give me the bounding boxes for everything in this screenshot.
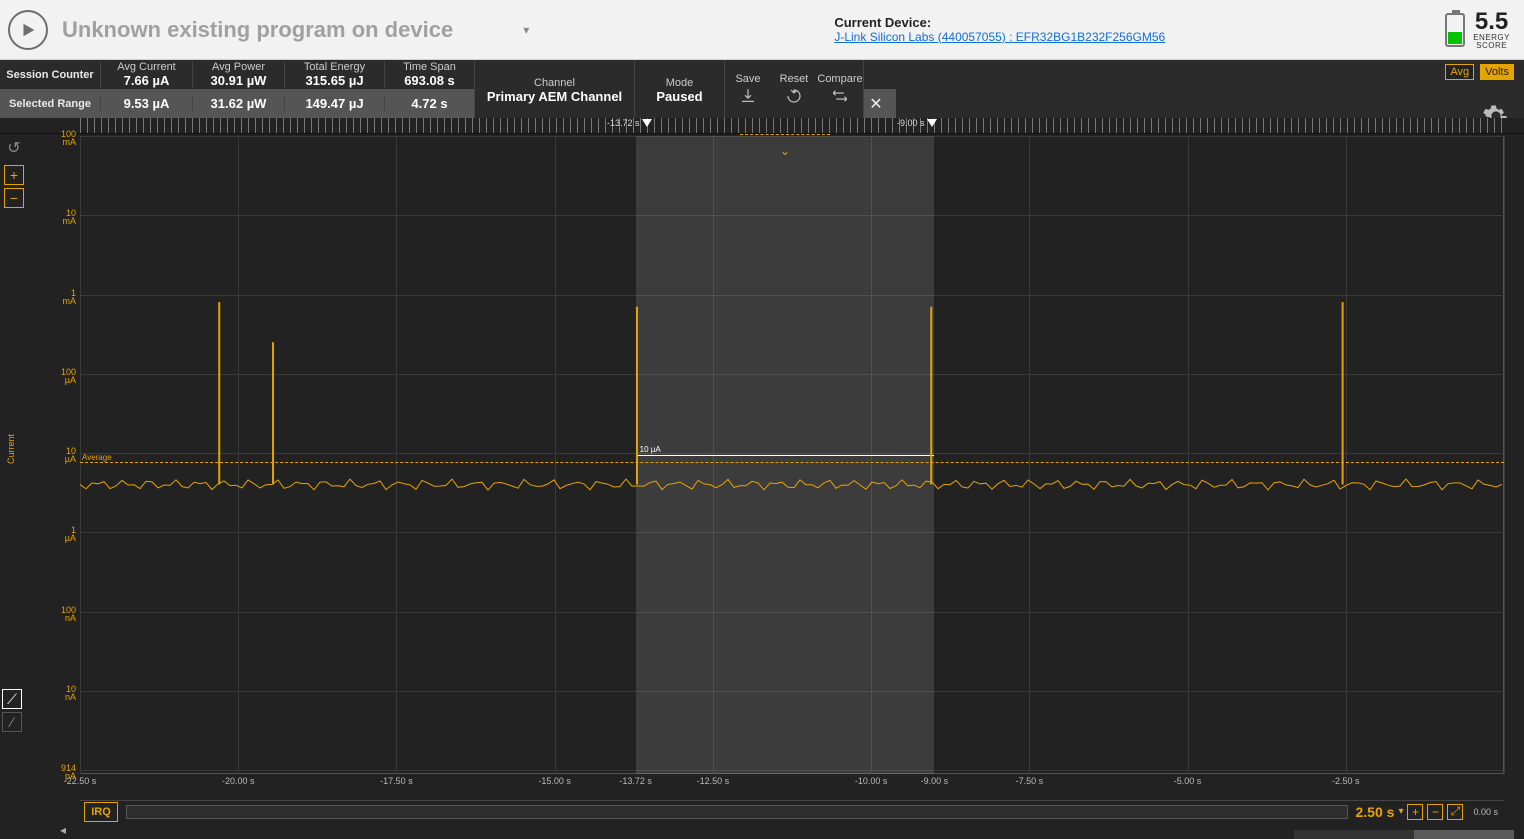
stats-actions: Save Reset Compare (724, 60, 864, 118)
x-tick: -15.00 s (538, 776, 571, 786)
x-tick: -2.50 s (1332, 776, 1360, 786)
y-tick: 10mA (63, 209, 77, 225)
scale-linear-button[interactable]: ⟋ (2, 689, 22, 709)
x-tick: -13.72 s (619, 776, 652, 786)
x-axis: -22.50 s-20.00 s-17.50 s-15.00 s-13.72 s… (80, 776, 1504, 796)
current-device-block: Current Device: J-Link Silicon Labs (440… (834, 15, 1165, 44)
y-axis-title: Current (6, 434, 16, 464)
x-tick: -17.50 s (380, 776, 413, 786)
time-span-value: 2.50 s (1356, 804, 1395, 820)
session-counter-label: Session Counter (0, 69, 100, 81)
x-tick: -7.50 s (1016, 776, 1044, 786)
chevron-down-icon[interactable]: ▾ (1398, 806, 1403, 817)
horizontal-scrollbar[interactable] (1294, 830, 1514, 839)
selection-end-marker[interactable]: -9.00 s (897, 118, 937, 128)
selected-range-label: Selected Range (0, 98, 100, 110)
energy-score-block: 5.5 ENERGY SCORE (1445, 10, 1510, 50)
range-total-energy: 149.47 µJ (305, 96, 363, 111)
scroll-left-icon[interactable]: ◂ (60, 823, 66, 837)
close-range-icon[interactable]: ✕ (864, 94, 888, 114)
energy-score-value: 5.5 (1473, 10, 1510, 34)
stats-bar: Session Counter Selected Range Avg Curre… (0, 60, 1524, 118)
y-tick: 1µA (65, 526, 76, 542)
header-total-energy: Total Energy (285, 61, 384, 73)
y-tick: 100µA (61, 368, 76, 384)
program-title: Unknown existing program on device (62, 17, 453, 43)
waveform (80, 134, 1504, 774)
program-dropdown-icon[interactable]: ▾ (523, 23, 537, 37)
header-time-span: Time Span (385, 61, 474, 73)
session-total-energy: 315.65 µJ (285, 73, 384, 88)
range-avg-power: 31.62 µW (211, 96, 267, 111)
save-button[interactable]: Save (725, 60, 771, 118)
session-mode: Paused (635, 89, 724, 104)
range-time-span: 4.72 s (411, 96, 447, 111)
session-avg-power: 30.91 µW (193, 73, 284, 88)
fit-x-button[interactable]: ⤢ (1447, 804, 1463, 820)
x-tick: -9.00 s (921, 776, 949, 786)
irq-bar: IRQ 2.50 s ▾ + − ⤢ 0.00 s (80, 800, 1504, 822)
header-avg-current: Avg Current (101, 61, 192, 73)
time-ruler[interactable]: -13.72 s -9.00 s (0, 118, 1524, 134)
battery-icon (1445, 13, 1465, 47)
x-tick: -12.50 s (697, 776, 730, 786)
header-channel: Channel (475, 77, 634, 89)
y-tick: 1mA (63, 289, 77, 305)
toggle-volts[interactable]: Volts (1480, 64, 1514, 80)
top-bar: Unknown existing program on device ▾ Cur… (0, 0, 1524, 60)
session-avg-current: 7.66 µA (101, 73, 192, 88)
x-tick: -20.00 s (222, 776, 255, 786)
range-avg-current: 9.53 µA (124, 96, 170, 111)
x-tick: -10.00 s (855, 776, 888, 786)
session-time-span: 693.08 s (385, 73, 474, 88)
header-avg-power: Avg Power (193, 61, 284, 73)
current-plot: ↺ + − ⟋ ∕ Current 100mA10mA1mA100µA10µA1… (0, 134, 1524, 822)
reset-button[interactable]: Reset (771, 60, 817, 118)
selection-start-marker[interactable]: -13.72 s (607, 118, 652, 128)
toggle-avg[interactable]: Avg (1445, 64, 1474, 80)
toggle-group: Avg Volts (1445, 64, 1514, 80)
session-channel: Primary AEM Channel (475, 89, 634, 104)
current-device-label: Current Device: (834, 15, 931, 30)
y-axis: 100mA10mA1mA100µA10µA1µA100nA10nA914pA (28, 134, 80, 822)
play-button[interactable] (8, 10, 48, 50)
y-tick: 100mA (61, 130, 76, 146)
y-tick: 100nA (61, 606, 76, 622)
profiler-panel: Avg Volts Session Counter Selected Range… (0, 60, 1524, 839)
compare-button[interactable]: Compare (817, 60, 863, 118)
current-device-link[interactable]: J-Link Silicon Labs (440057055) : EFR32B… (834, 30, 1165, 44)
energy-score-label: ENERGY SCORE (1473, 34, 1510, 50)
y-tick: 10nA (65, 685, 76, 701)
y-tick: 10µA (65, 447, 76, 463)
irq-badge[interactable]: IRQ (84, 802, 118, 822)
plot-area[interactable]: -22.50 s-20.00 s-17.50 s-15.00 s-13.72 s… (80, 134, 1504, 822)
reset-zoom-icon[interactable]: ↺ (7, 138, 20, 158)
x-tick: -22.50 s (64, 776, 97, 786)
scale-log-button[interactable]: ∕ (2, 712, 22, 732)
x-end-label: 0.00 s (1473, 807, 1498, 817)
zoom-out-x-button[interactable]: − (1427, 804, 1443, 820)
zoom-in-y-button[interactable]: + (4, 165, 24, 185)
header-mode: Mode (635, 77, 724, 89)
time-span-control: 2.50 s ▾ + − ⤢ (1356, 804, 1464, 820)
zoom-in-x-button[interactable]: + (1407, 804, 1423, 820)
zoom-out-y-button[interactable]: − (4, 188, 24, 208)
irq-track[interactable] (126, 805, 1348, 819)
x-tick: -5.00 s (1174, 776, 1202, 786)
